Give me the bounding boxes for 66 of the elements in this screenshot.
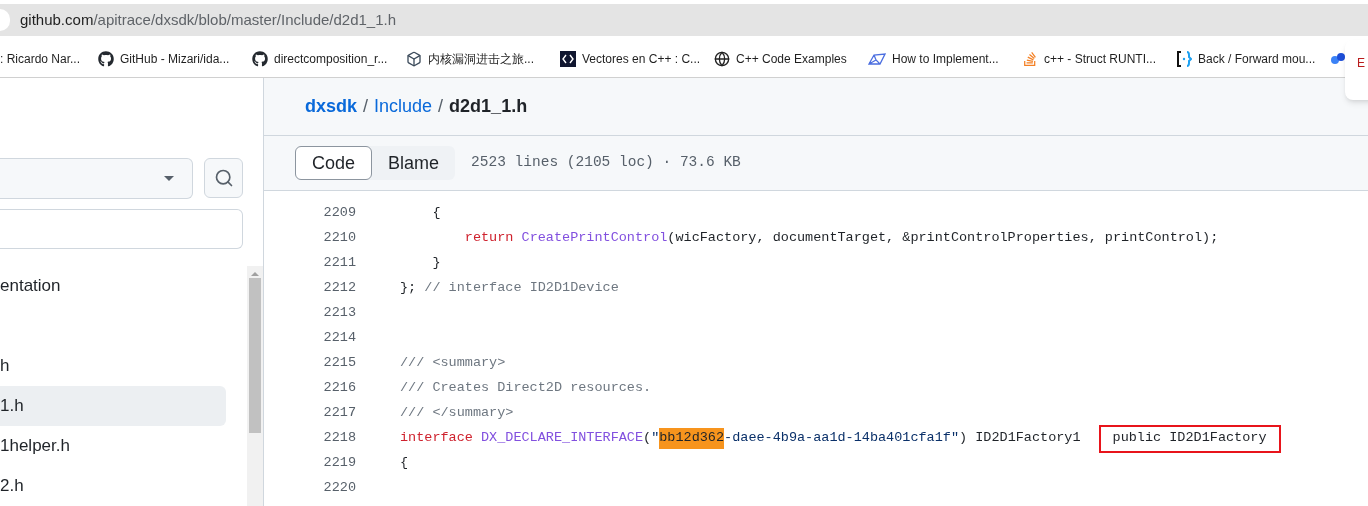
code-token: };: [400, 279, 418, 298]
code-token: -daee-4b9a-aa1d-14ba401cfa1f": [724, 429, 960, 448]
code-token: interface: [400, 429, 474, 448]
code-token: DX_DECLARE_INTERFACE: [481, 429, 644, 448]
line-number: 2218: [322, 429, 356, 448]
file-name: d2d1_1.h: [449, 95, 528, 118]
bookmark-link[interactable]: GitHub - Mizari/ida...: [120, 49, 230, 68]
line-number: 2209: [322, 204, 356, 223]
highlight-annotation: public ID2D1Factory: [1098, 424, 1281, 453]
line-number: 2215: [322, 354, 356, 373]
code-token: {: [431, 204, 441, 223]
breadcrumb-link[interactable]: Include: [374, 93, 433, 120]
bookmark-link[interactable]: C++ Code Examples: [736, 49, 847, 68]
line-number: 2214: [322, 329, 356, 348]
code-token: ": [651, 429, 660, 448]
code-token: bb12d362: [659, 428, 725, 449]
view-tab[interactable]: Code: [295, 146, 373, 180]
bookmark-link[interactable]: c++ - Struct RUNTI...: [1044, 49, 1157, 68]
file-info: 2523 lines (2105 loc) · 73.6 KB: [471, 153, 741, 173]
code-token: /// Creates Direct2D resources.: [400, 379, 652, 398]
code-token: (wicFactory, documentTarget, &printControlProperties, printControl);: [667, 229, 1219, 248]
file-tree-item[interactable]: 1.h: [0, 386, 226, 426]
code-token: CreatePrintControl: [521, 229, 668, 248]
bookmark-link[interactable]: Back / Forward mou...: [1198, 49, 1316, 68]
line-number: 2219: [322, 454, 356, 473]
line-number: 2220: [322, 479, 356, 498]
line-number: 2211: [322, 254, 356, 273]
caret-icon: [164, 176, 174, 181]
search-button[interactable]: [204, 158, 243, 198]
code-token: // interface ID2D1Device: [424, 279, 619, 298]
prism-icon: [868, 51, 886, 66]
cube-icon: [406, 50, 422, 67]
scrollbar[interactable]: [247, 266, 263, 506]
breadcrumb-separator: /: [438, 95, 444, 118]
view-tab[interactable]: Blame: [372, 146, 456, 180]
branch-dropdown[interactable]: [0, 158, 193, 199]
globe-icon: [714, 50, 730, 67]
line-number: 2217: [322, 404, 356, 423]
line-number: 2210: [322, 229, 356, 248]
code-token: return: [463, 229, 515, 248]
url-text: github.com/apitrace/dxsdk/blob/master/Include/d2d1_1.h: [20, 9, 397, 30]
popup-card: E: [1345, 40, 1368, 100]
github-icon: [98, 50, 114, 67]
logo-icon: [560, 50, 576, 67]
breadcrumb-link[interactable]: dxsdk: [305, 93, 358, 120]
bookmark-link[interactable]: Vectores en C++ : C...: [582, 49, 701, 68]
code-token: }: [431, 254, 441, 273]
code-token: {: [400, 454, 409, 473]
code-token: /// <summary>: [400, 354, 506, 373]
search-icon: [213, 168, 234, 188]
line-number: 2212: [322, 279, 356, 298]
code-token: ) ID2D1Factory1: [959, 429, 1081, 448]
brackets-icon: [1176, 49, 1192, 68]
bookmark-link[interactable]: How to Implement...: [892, 49, 999, 68]
github-icon: [252, 50, 268, 67]
line-number: 2216: [322, 379, 356, 398]
address-bar[interactable]: github.com/apitrace/dxsdk/blob/master/Include/d2d1_1.h: [0, 4, 1368, 36]
breadcrumb-separator: /: [363, 95, 369, 118]
code-token: (: [643, 429, 652, 448]
stack-icon: [1022, 50, 1038, 67]
bookmark-link[interactable]: directcomposition_r...: [274, 49, 388, 68]
filter-input[interactable]: [0, 209, 243, 249]
bookmark-link[interactable]: 内核漏洞进击之旅...: [428, 49, 534, 68]
bookmark-link[interactable]: : Ricardo Nar...: [0, 49, 81, 68]
code-token: /// </summary>: [400, 404, 514, 423]
line-number: 2213: [322, 304, 356, 323]
